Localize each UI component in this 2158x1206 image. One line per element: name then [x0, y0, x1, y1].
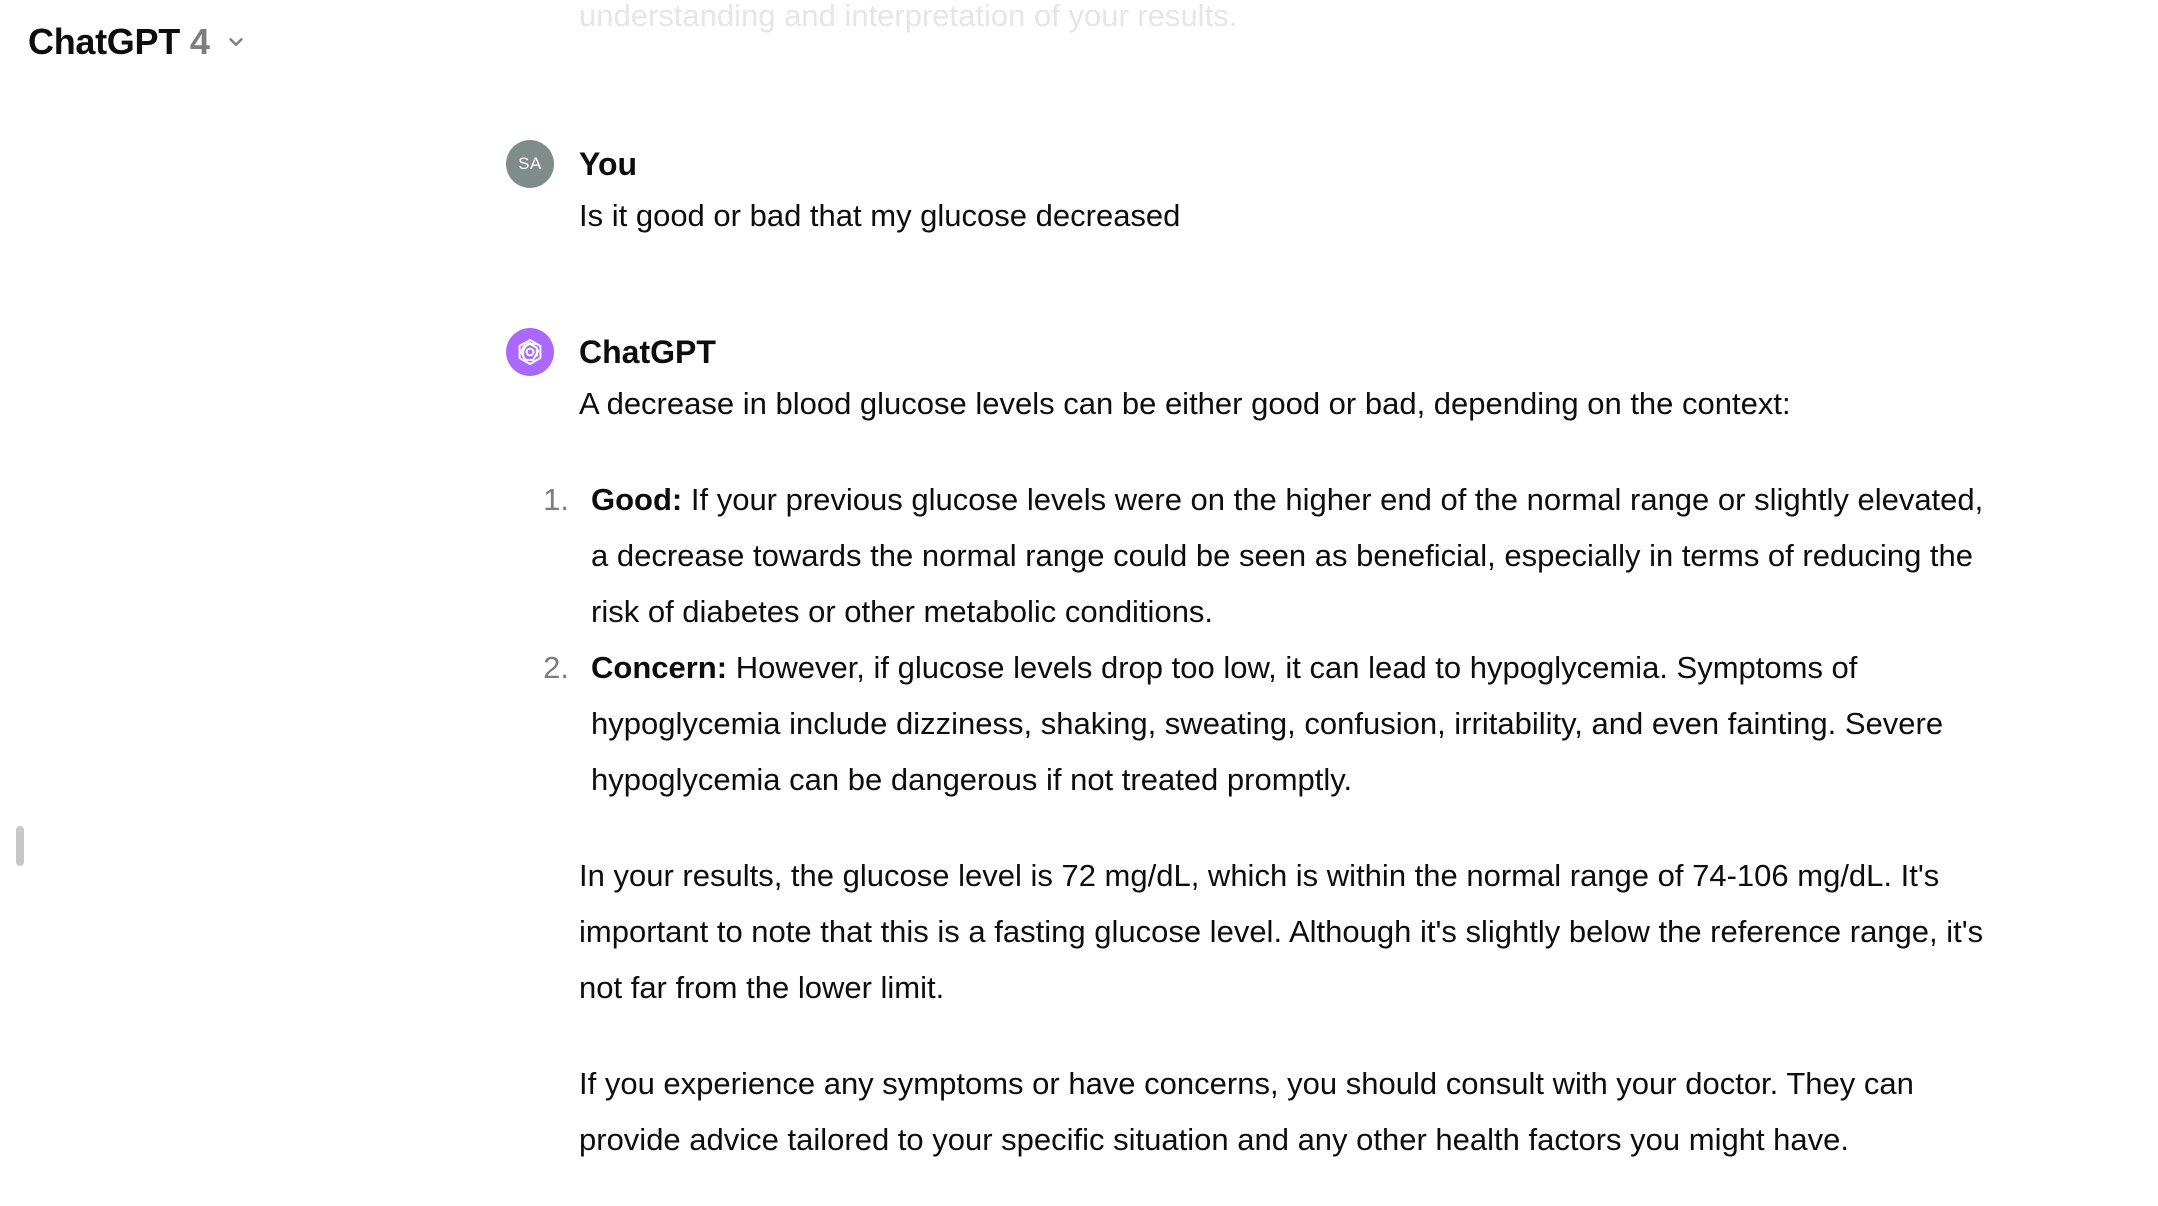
list-item-number: 2. [543, 650, 569, 685]
sidebar-toggle-handle[interactable] [16, 826, 24, 866]
user-message-body: Is it good or bad that my glucose decrea… [579, 188, 1999, 244]
list-item: 2. Concern: However, if glucose levels d… [543, 640, 1999, 808]
list-item: 1. Good: If your previous glucose levels… [543, 472, 1999, 640]
list-item-number: 1. [543, 482, 569, 517]
user-avatar-initials: SA [518, 154, 542, 173]
model-name: ChatGPT [28, 21, 180, 62]
list-item-label: Concern: [591, 650, 728, 685]
list-item-label: Good: [591, 482, 683, 517]
model-version: 4 [189, 21, 210, 62]
list-item-text: However, if glucose levels drop too low,… [591, 650, 1944, 797]
user-avatar: SA [506, 140, 554, 188]
chat-page: ChatGPT 4 understanding and interpretati… [0, 0, 2158, 1206]
user-message-text: Is it good or bad that my glucose decrea… [579, 198, 1181, 233]
openai-logo-icon [506, 328, 554, 376]
assistant-author-label: ChatGPT [579, 334, 716, 370]
assistant-points-list: 1. Good: If your previous glucose levels… [543, 472, 1999, 808]
assistant-advice-paragraph: If you experience any symptoms or have c… [579, 1066, 1914, 1157]
previous-message-text: understanding and interpretation of your… [579, 0, 1238, 33]
assistant-intro: A decrease in blood glucose levels can b… [579, 386, 1791, 421]
chevron-down-icon[interactable] [222, 28, 250, 56]
assistant-message-body: A decrease in blood glucose levels can b… [543, 376, 1999, 1168]
user-author-label: You [579, 146, 638, 182]
model-selector[interactable]: ChatGPT 4 [24, 14, 254, 70]
assistant-results-paragraph: In your results, the glucose level is 72… [579, 858, 1984, 1005]
list-item-text: If your previous glucose levels were on … [591, 482, 1984, 629]
